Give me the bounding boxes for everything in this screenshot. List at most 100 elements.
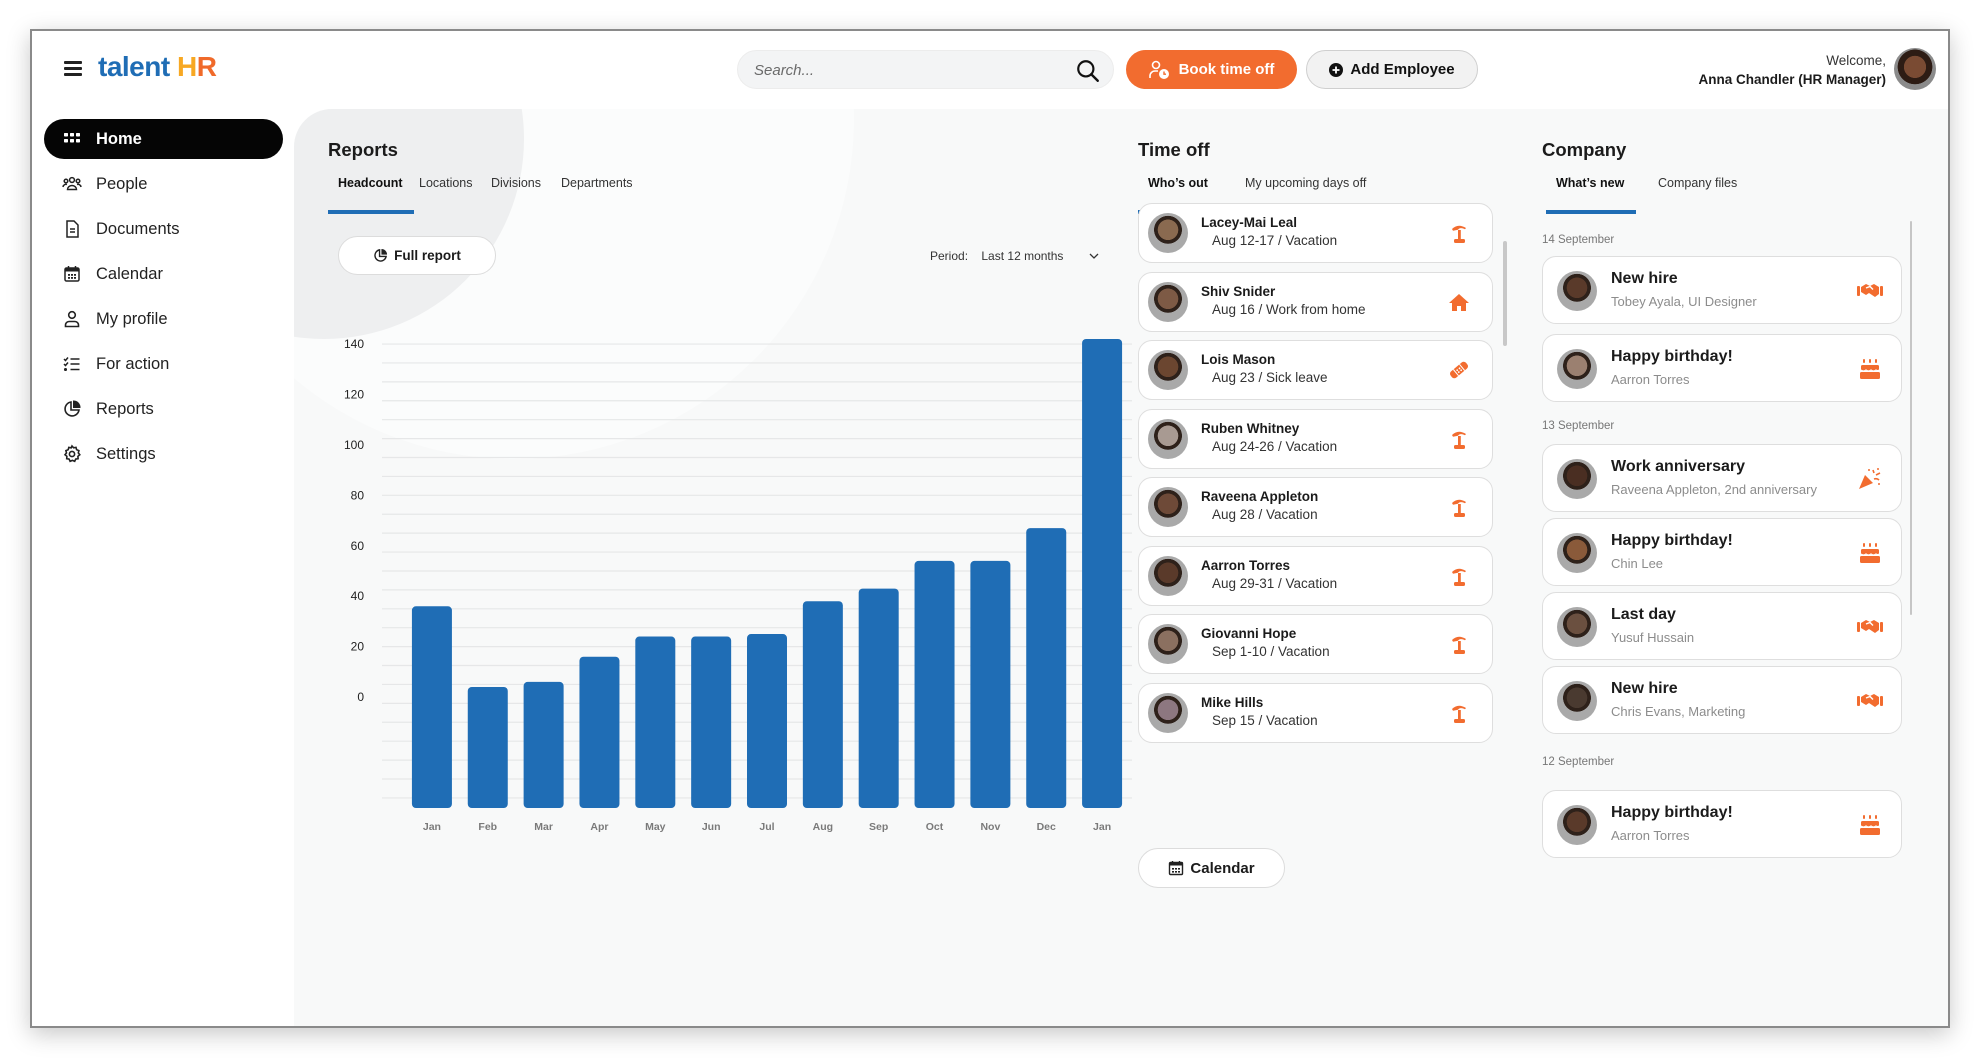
logo[interactable]: talent HR: [98, 51, 217, 83]
time-off-entry[interactable]: Giovanni Hope Sep 1-10 / Vacation: [1138, 614, 1493, 674]
calendar-icon: [64, 266, 80, 282]
news-item[interactable]: Happy birthday! Aarron Torres: [1542, 790, 1902, 858]
news-item[interactable]: New hire Tobey Ayala, UI Designer: [1542, 256, 1902, 324]
bar-sep-8[interactable]: [858, 588, 899, 808]
menu-icon[interactable]: [64, 61, 82, 76]
vacation-icon: [1452, 705, 1466, 723]
news-item[interactable]: Happy birthday! Chin Lee: [1542, 518, 1902, 586]
period-selector[interactable]: Period: Last 12 months: [930, 249, 1099, 263]
pie-chart-icon: [374, 248, 388, 262]
bar-mar-2[interactable]: [523, 681, 564, 808]
sidebar-item-documents[interactable]: Documents: [44, 209, 283, 249]
time-off-title: Time off: [1138, 139, 1210, 160]
time-off-detail: Aug 28 / Vacation: [1212, 507, 1318, 522]
sidebar-item-label: Reports: [96, 399, 154, 418]
reports-title: Reports: [328, 139, 398, 160]
employee-name: Giovanni Hope: [1201, 626, 1297, 641]
time-off-entry[interactable]: Lacey-Mai Leal Aug 12-17 / Vacation: [1138, 203, 1493, 263]
search-input[interactable]: [754, 59, 1054, 81]
welcome-block: Welcome, Anna Chandler (HR Manager): [1698, 51, 1886, 89]
sidebar-item-settings[interactable]: Settings: [44, 434, 283, 474]
news-title: Happy birthday!: [1611, 804, 1733, 821]
time-off-entry[interactable]: Aarron Torres Aug 29-31 / Vacation: [1138, 545, 1493, 606]
employee-name: Aarron Torres: [1201, 557, 1291, 573]
bar-jul-6[interactable]: [747, 634, 787, 808]
tab-departments[interactable]: Departments: [561, 176, 633, 190]
news-item[interactable]: Happy birthday! Aarron Torres: [1542, 334, 1902, 402]
x-tick-label: Apr: [590, 821, 608, 833]
tab-what-s-new[interactable]: What’s new: [1556, 176, 1624, 190]
book-time-off-label: Book time off: [1178, 61, 1275, 78]
x-tick-label: May: [645, 821, 666, 833]
x-tick-label: Dec: [1037, 821, 1056, 833]
time-off-entry[interactable]: Raveena Appleton Aug 28 / Vacation: [1138, 477, 1493, 537]
add-employee-button[interactable]: Add Employee: [1306, 50, 1478, 89]
user-avatar[interactable]: [1894, 48, 1936, 90]
sidebar-item-for-action[interactable]: For action: [44, 344, 283, 384]
sidebar-item-people[interactable]: People: [44, 164, 283, 204]
bar-nov-10[interactable]: [970, 560, 1011, 808]
bar-jan-0[interactable]: [411, 606, 452, 808]
news-title: Happy birthday!: [1611, 532, 1733, 549]
handshake-icon: [1857, 694, 1883, 707]
news-item[interactable]: Last day Yusuf Hussain: [1542, 592, 1902, 660]
employee-name: Lacey-Mai Leal: [1201, 215, 1298, 230]
y-tick-label: 60: [351, 539, 365, 553]
checklist-icon: [63, 357, 80, 372]
sidebar-item-home[interactable]: Home: [44, 119, 283, 159]
bar-jan-12[interactable]: [1082, 339, 1123, 808]
tab-divisions[interactable]: Divisions: [491, 176, 541, 190]
bar-aug-7[interactable]: [802, 601, 843, 808]
time-off-detail: Sep 1-10 / Vacation: [1212, 644, 1330, 659]
company-tab-underline: [1546, 210, 1636, 214]
avatar: [1148, 692, 1188, 733]
date-header: 13 September: [1542, 420, 1615, 432]
bar-oct-9[interactable]: [914, 560, 955, 808]
full-report-label: Full report: [394, 248, 461, 263]
bar-may-4[interactable]: [635, 636, 676, 808]
news-item[interactable]: New hire Chris Evans, Marketing: [1542, 666, 1902, 734]
news-item[interactable]: Work anniversary Raveena Appleton, 2nd an…: [1542, 444, 1902, 512]
sidebar-item-calendar[interactable]: Calendar: [44, 254, 283, 294]
plus-circle-icon: [1329, 62, 1344, 77]
tab-locations[interactable]: Locations: [419, 176, 473, 190]
avatar: [1557, 349, 1597, 389]
x-tick-label: Sep: [869, 821, 888, 833]
time-off-entry[interactable]: Mike Hills Sep 15 / Vacation: [1138, 682, 1493, 743]
x-tick-label: Feb: [478, 821, 497, 833]
y-tick-label: 140: [344, 337, 364, 351]
search-icon[interactable]: [1075, 58, 1101, 84]
sidebar-item-my-profile[interactable]: My profile: [44, 299, 283, 339]
time-off-entry[interactable]: Shiv Snider Aug 16 / Work from home: [1138, 271, 1493, 332]
x-tick-label: Jan: [423, 821, 441, 833]
y-tick-label: 40: [351, 589, 365, 603]
cake-icon: [1860, 359, 1880, 379]
bar-jun-5[interactable]: [691, 636, 732, 808]
bar-dec-11[interactable]: [1026, 528, 1067, 808]
logo-text: talent: [98, 51, 177, 82]
tab-my-upcoming-days-off[interactable]: My upcoming days off: [1245, 176, 1366, 190]
bar-feb-1[interactable]: [467, 686, 508, 808]
time-off-scrollbar[interactable]: [1503, 241, 1507, 346]
book-time-off-button[interactable]: Book time off: [1126, 50, 1297, 89]
sidebar-item-label: My profile: [96, 309, 168, 328]
bar-apr-3[interactable]: [579, 656, 620, 808]
tab-company-files[interactable]: Company files: [1658, 176, 1737, 190]
tab-who-s-out[interactable]: Who’s out: [1148, 176, 1208, 190]
avatar: [1557, 607, 1597, 647]
employee-name: Raveena Appleton: [1201, 489, 1319, 504]
news-subtitle: Yusuf Hussain: [1611, 630, 1695, 645]
calendar-button[interactable]: Calendar: [1138, 848, 1285, 888]
time-off-entry[interactable]: Lois Mason Aug 23 / Sick leave: [1138, 340, 1493, 400]
time-off-entry[interactable]: Ruben Whitney Aug 24-26 / Vacation: [1138, 408, 1493, 469]
welcome-label: Welcome,: [1826, 53, 1886, 68]
party-popper-icon: [1859, 468, 1881, 489]
avatar: [1148, 418, 1188, 459]
news-title: Happy birthday!: [1611, 348, 1733, 365]
tab-headcount[interactable]: Headcount: [338, 176, 403, 190]
handshake-icon: [1857, 620, 1883, 633]
full-report-button[interactable]: Full report: [338, 236, 496, 275]
company-scrollbar[interactable]: [1910, 221, 1912, 615]
sidebar-item-reports[interactable]: Reports: [44, 389, 283, 429]
avatar: [1557, 681, 1597, 721]
